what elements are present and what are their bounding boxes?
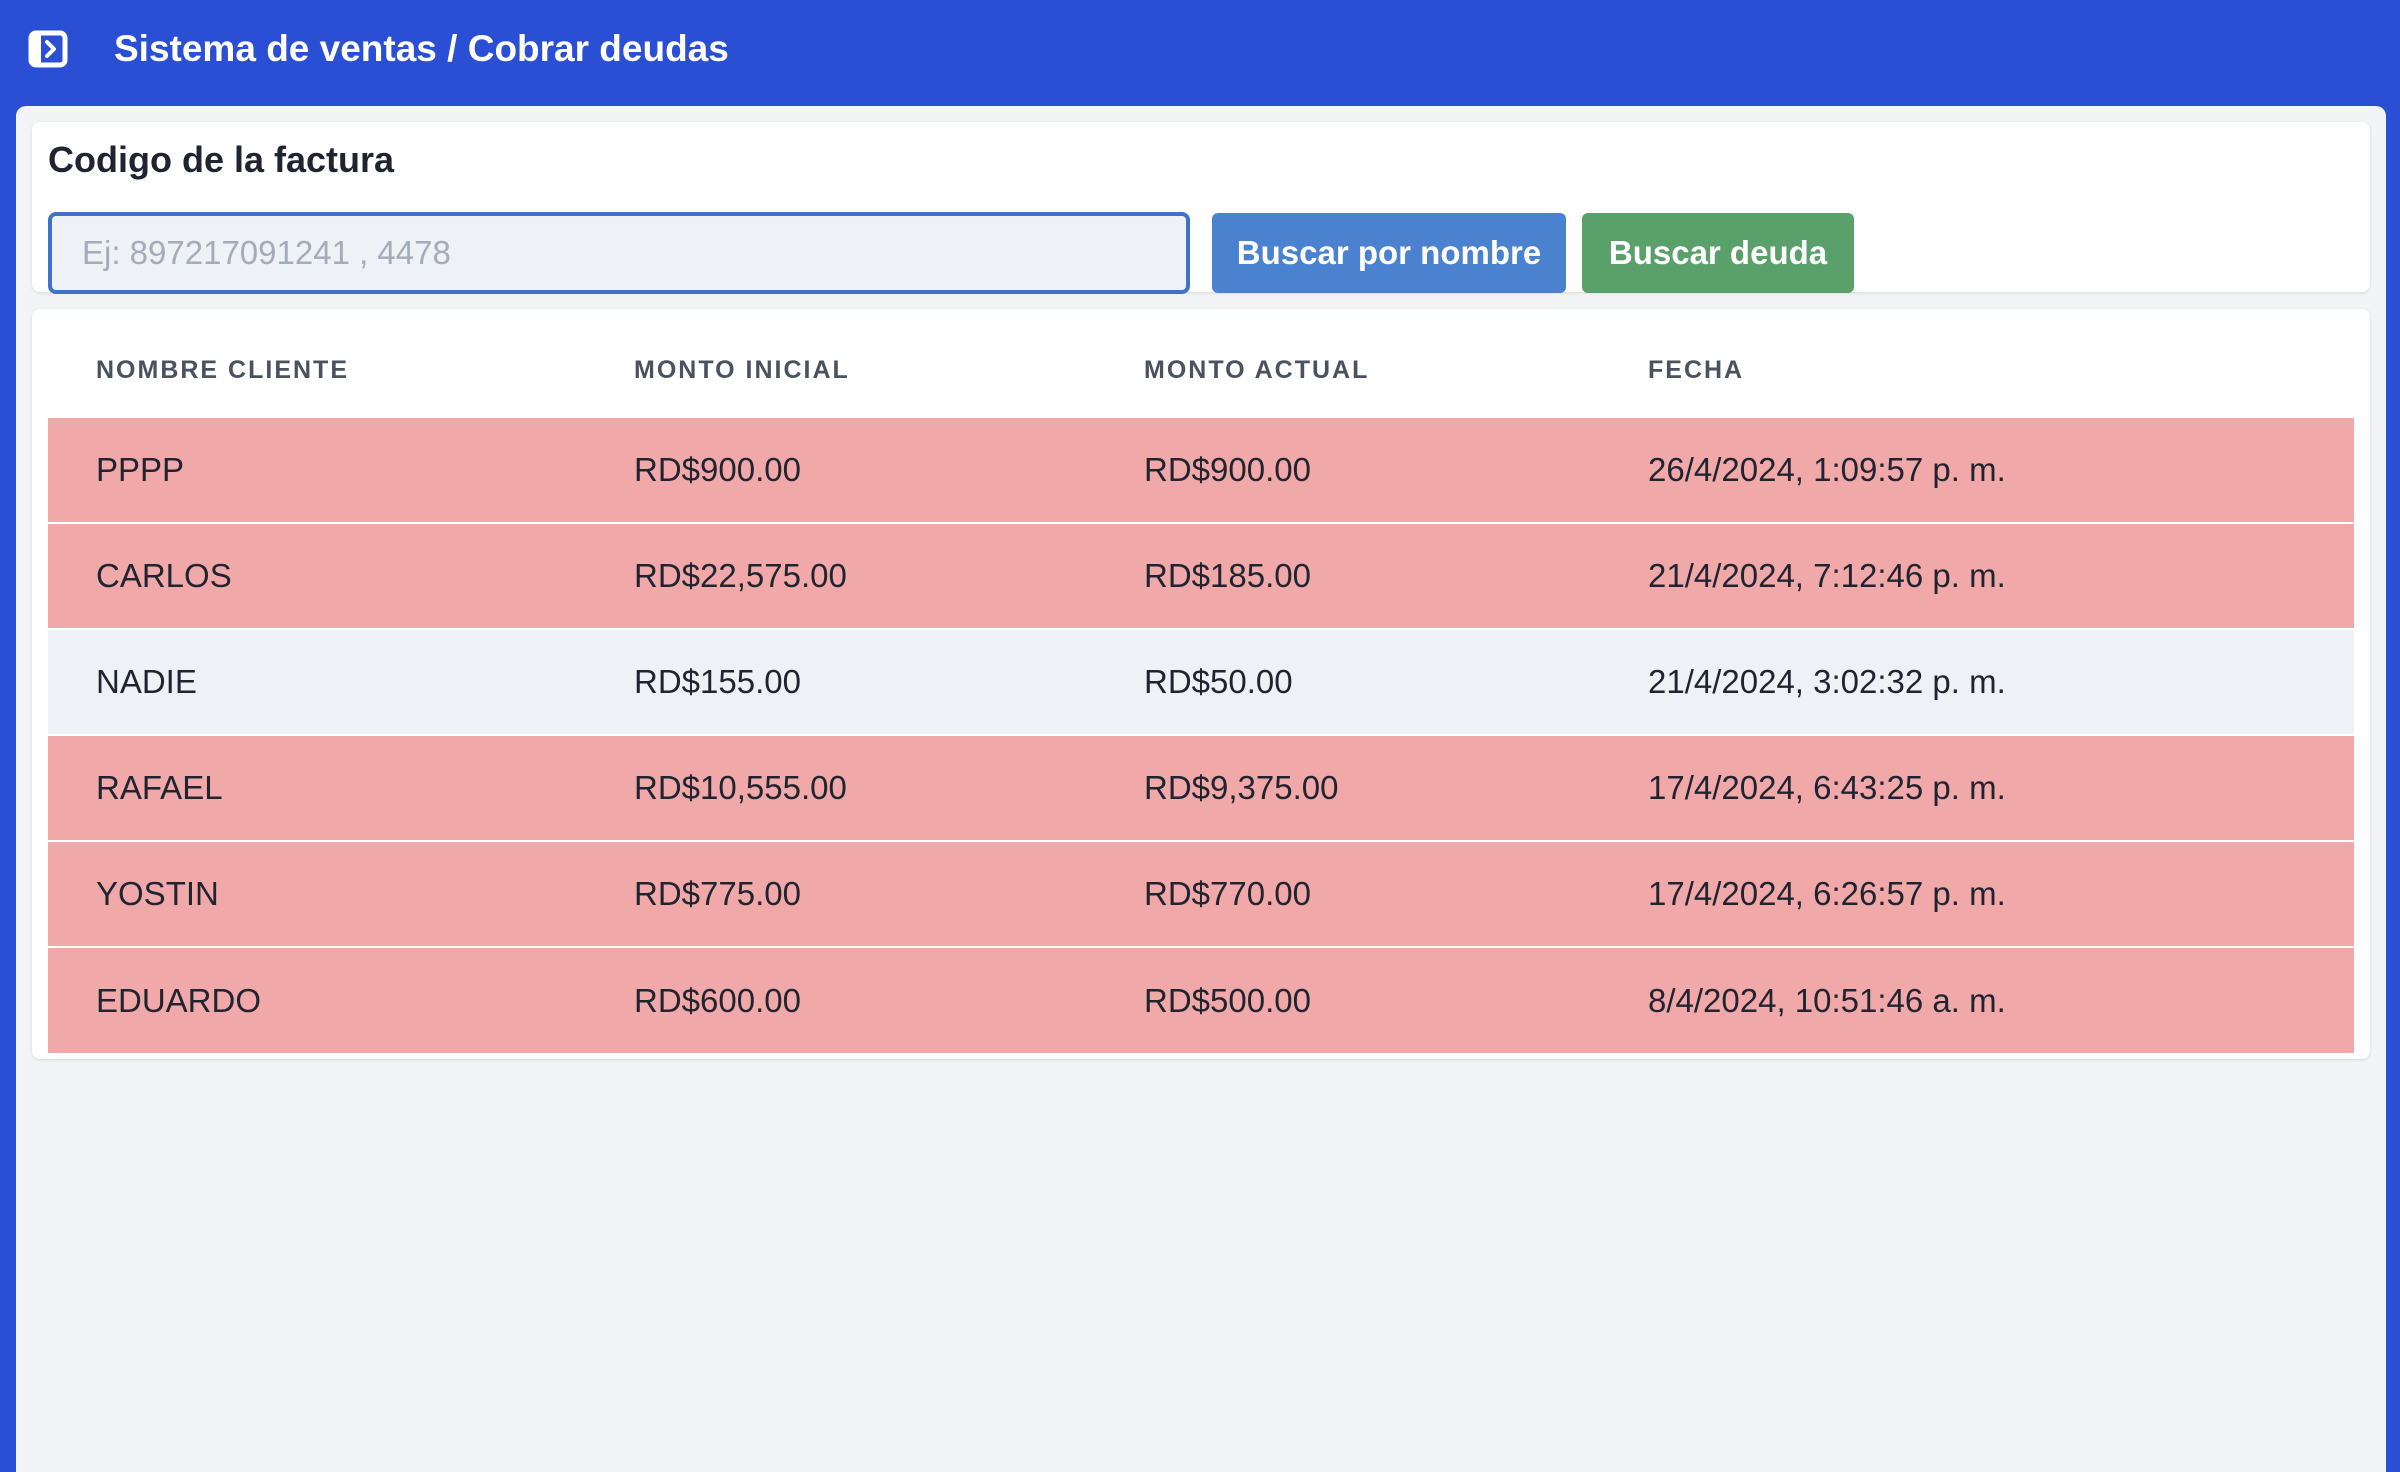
cell-cliente: CARLOS: [48, 522, 586, 629]
table-row[interactable]: YOSTIN RD$775.00 RD$770.00 17/4/2024, 6:…: [48, 840, 2354, 947]
sidebar-toggle-icon[interactable]: [28, 30, 68, 68]
page-title: Sistema de ventas / Cobrar deudas: [114, 28, 729, 69]
main-content: Codigo de la factura Buscar por nombre B…: [16, 106, 2386, 1472]
cell-fecha: 21/4/2024, 7:12:46 p. m.: [1600, 522, 2354, 629]
table-row[interactable]: RAFAEL RD$10,555.00 RD$9,375.00 17/4/202…: [48, 734, 2354, 841]
cell-monto-actual: RD$770.00: [1096, 840, 1600, 947]
cell-monto-actual: RD$9,375.00: [1096, 734, 1600, 841]
cell-fecha: 21/4/2024, 3:02:32 p. m.: [1600, 628, 2354, 735]
invoice-code-input[interactable]: [48, 212, 1190, 294]
cell-monto-inicial: RD$600.00: [586, 946, 1096, 1053]
cell-cliente: PPPP: [48, 416, 586, 523]
table-row[interactable]: PPPP RD$900.00 RD$900.00 26/4/2024, 1:09…: [48, 416, 2354, 523]
table-row[interactable]: EDUARDO RD$600.00 RD$500.00 8/4/2024, 10…: [48, 946, 2354, 1053]
search-card: Codigo de la factura Buscar por nombre B…: [32, 122, 2370, 294]
column-header-cliente: NOMBRE CLIENTE: [48, 325, 586, 417]
cell-cliente: YOSTIN: [48, 840, 586, 947]
column-header-monto-actual: MONTO ACTUAL: [1096, 325, 1600, 417]
cell-monto-inicial: RD$900.00: [586, 416, 1096, 523]
cell-monto-actual: RD$900.00: [1096, 416, 1600, 523]
invoice-code-label: Codigo de la factura: [48, 139, 395, 180]
cell-monto-actual: RD$50.00: [1096, 628, 1600, 735]
table-row[interactable]: CARLOS RD$22,575.00 RD$185.00 21/4/2024,…: [48, 522, 2354, 629]
table-row[interactable]: NADIE RD$155.00 RD$50.00 21/4/2024, 3:02…: [48, 628, 2354, 735]
cell-cliente: RAFAEL: [48, 734, 586, 841]
debts-table-card: NOMBRE CLIENTE MONTO INICIAL MONTO ACTUA…: [32, 309, 2370, 1059]
cell-fecha: 26/4/2024, 1:09:57 p. m.: [1600, 416, 2354, 523]
cell-cliente: EDUARDO: [48, 946, 586, 1053]
cell-fecha: 17/4/2024, 6:43:25 p. m.: [1600, 734, 2354, 841]
cell-monto-inicial: RD$775.00: [586, 840, 1096, 947]
cell-monto-inicial: RD$22,575.00: [586, 522, 1096, 629]
top-header: Sistema de ventas / Cobrar deudas: [0, 0, 2400, 106]
cell-fecha: 8/4/2024, 10:51:46 a. m.: [1600, 946, 2354, 1053]
cell-monto-actual: RD$500.00: [1096, 946, 1600, 1053]
column-header-monto-inicial: MONTO INICIAL: [586, 325, 1096, 417]
search-debt-button[interactable]: Buscar deuda: [1582, 213, 1854, 293]
table-header-row: NOMBRE CLIENTE MONTO INICIAL MONTO ACTUA…: [48, 325, 2354, 417]
cell-monto-actual: RD$185.00: [1096, 522, 1600, 629]
cell-monto-inicial: RD$10,555.00: [586, 734, 1096, 841]
cell-fecha: 17/4/2024, 6:26:57 p. m.: [1600, 840, 2354, 947]
cell-cliente: NADIE: [48, 628, 586, 735]
cell-monto-inicial: RD$155.00: [586, 628, 1096, 735]
search-by-name-button[interactable]: Buscar por nombre: [1212, 213, 1566, 293]
debts-table: NOMBRE CLIENTE MONTO INICIAL MONTO ACTUA…: [48, 325, 2354, 1053]
column-header-fecha: FECHA: [1600, 325, 2354, 417]
